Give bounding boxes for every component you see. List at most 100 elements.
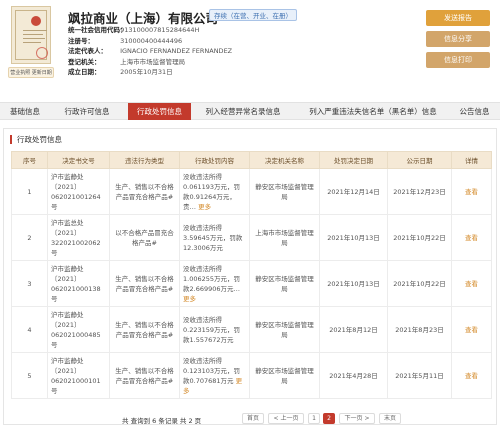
penalty-content-cell: 没收违法所得0.123103万元，罚款0.707681万元 更多 <box>179 352 250 399</box>
share-info-button[interactable]: 信息分享 <box>426 31 490 47</box>
info-key: 登记机关： <box>68 57 101 66</box>
detail-cell: 查看 <box>451 214 492 261</box>
detail-cell: 查看 <box>451 168 492 215</box>
decision-document-number: 沪市监静处〔2021〕062021001264号 <box>47 168 110 215</box>
info-row-legal-representative: 法定代表人： IGNACIO FERNANDEZ FERNANDEZ <box>68 46 232 57</box>
violation-type: 以不合格产品冒充合格产品# <box>109 214 180 261</box>
table-row: 4 沪市监静处〔2021〕062021000485号 生产、销售以不合格产品冒充… <box>11 306 492 353</box>
view-detail-link[interactable]: 查看 <box>465 326 478 334</box>
first-page-button[interactable]: 首页 <box>242 413 264 424</box>
tab-serious-violation-blacklist[interactable]: 列入严重违法失信名单（黑名单）信息 <box>301 103 445 120</box>
violation-type: 生产、销售以不合格产品冒充合格产品# <box>109 306 180 353</box>
penalty-content: 没收违法所得1.006255万元，罚款2.669906万元… <box>183 264 241 293</box>
table-row: 3 沪市监静处〔2021〕062021000138号 生产、销售以不合格产品冒充… <box>11 260 492 307</box>
publish-date: 2021年10月22日 <box>387 214 452 261</box>
info-value: IGNACIO FERNANDEZ FERNANDEZ <box>120 47 233 55</box>
column-header: 违法行为类型 <box>109 151 180 169</box>
red-seal-icon <box>36 47 48 59</box>
info-tabs: 基础信息 行政许可信息 行政处罚信息 列入经营异常名录信息 列入严重违法失信名单… <box>0 102 500 120</box>
last-page-button[interactable]: 末页 <box>379 413 401 424</box>
column-header: 处罚决定日期 <box>319 151 388 169</box>
penalty-content: 没收违法所得0.223159万元，罚款1.557672万元 <box>183 315 241 344</box>
column-header: 决定书文号 <box>47 151 110 169</box>
publish-date: 2021年5月11日 <box>387 352 452 399</box>
tab-basic-info[interactable]: 基础信息 <box>0 103 50 120</box>
next-page-button[interactable]: 下一页 > <box>339 413 375 424</box>
decision-document-number: 沪市监静处〔2021〕062021000101号 <box>47 352 110 399</box>
license-text-line <box>23 42 41 43</box>
tab-abnormal-operation-list[interactable]: 列入经营异常名录信息 <box>195 103 291 120</box>
publish-date: 2021年12月23日 <box>387 168 452 215</box>
info-row-registration-number: 注册号： 310000400444496 <box>68 36 232 47</box>
more-link[interactable]: 更多 <box>198 203 211 211</box>
info-row-established-date: 成立日期： 2005年10月31日 <box>68 67 232 78</box>
national-emblem-icon <box>31 16 41 26</box>
info-key: 注册号： <box>68 36 94 45</box>
print-info-button[interactable]: 信息打印 <box>426 52 490 68</box>
publish-date: 2021年8月23日 <box>387 306 452 353</box>
table-header-row: 序号 决定书文号 违法行为类型 行政处罚内容 决定机关名称 处罚决定日期 公示日… <box>11 151 492 169</box>
column-header: 序号 <box>11 151 48 169</box>
view-detail-link[interactable]: 查看 <box>465 372 478 380</box>
detail-cell: 查看 <box>451 260 492 307</box>
decision-authority: 静安区市场监督管理局 <box>249 260 320 307</box>
view-detail-link[interactable]: 查看 <box>465 188 478 196</box>
decision-authority: 静安区市场监督管理局 <box>249 168 320 215</box>
decision-document-number: 沪市监静处〔2021〕062021000485号 <box>47 306 110 353</box>
column-header: 决定机关名称 <box>249 151 320 169</box>
license-text-line <box>23 38 45 39</box>
penalty-content: 没收违法所得0.123103万元，罚款0.707681万元 <box>183 356 241 385</box>
record-count: 共 查询到 6 条记录 共 2 页 <box>122 417 202 425</box>
decision-date: 2021年10月13日 <box>319 214 388 261</box>
penalty-table: 序号 决定书文号 违法行为类型 行政处罚内容 决定机关名称 处罚决定日期 公示日… <box>11 151 492 399</box>
info-value: 2005年10月31日 <box>120 68 173 76</box>
view-detail-link[interactable]: 查看 <box>465 280 478 288</box>
table-row: 1 沪市监静处〔2021〕062021001264号 生产、销售以不合格产品冒充… <box>11 168 492 215</box>
info-row-registration-authority: 登记机关： 上海市市场监督管理局 <box>68 57 232 68</box>
publish-date: 2021年10月22日 <box>387 260 452 307</box>
send-report-button[interactable]: 发送报告 <box>426 10 490 26</box>
info-key: 成立日期： <box>68 68 101 76</box>
decision-authority: 静安区市场监督管理局 <box>249 306 320 353</box>
penalty-content: 没收违法所得0.061193万元，罚款0.91264万元，责… <box>183 172 241 211</box>
license-caption: 营业执照 更新日期 <box>8 67 54 78</box>
row-number: 4 <box>11 306 48 353</box>
violation-type: 生产、销售以不合格产品冒充合格产品# <box>109 260 180 307</box>
detail-cell: 查看 <box>451 306 492 353</box>
info-key: 统一社会信用代码： <box>68 26 127 34</box>
penalty-section: 行政处罚信息 序号 决定书文号 违法行为类型 行政处罚内容 决定机关名称 处罚决… <box>3 128 497 425</box>
page-1-button[interactable]: 1 <box>308 413 320 424</box>
pagination: 共 查询到 6 条记录 共 2 页 首页 < 上一页 1 2 下一页 > 末页 <box>4 413 498 425</box>
table-row: 2 沪市监总处〔2021〕322021002062号 以不合格产品冒充合格产品#… <box>11 214 492 261</box>
decision-authority: 静安区市场监督管理局 <box>249 352 320 399</box>
info-value: 310000400444496 <box>120 36 183 45</box>
decision-authority: 上海市市场监督管理局 <box>249 214 320 261</box>
violation-type: 生产、销售以不合格产品冒充合格产品# <box>109 168 180 215</box>
page-2-button[interactable]: 2 <box>323 413 335 424</box>
view-detail-link[interactable]: 查看 <box>465 234 478 242</box>
violation-type: 生产、销售以不合格产品冒充合格产品# <box>109 352 180 399</box>
info-value: 913100007815284644H <box>120 26 200 34</box>
more-link[interactable]: 更多 <box>183 295 196 303</box>
penalty-content-cell: 没收违法所得0.061193万元，罚款0.91264万元，责… 更多 <box>179 168 250 215</box>
penalty-content: 没收违法所得3.59645万元，罚款12.3006万元 <box>183 223 243 252</box>
column-header: 行政处罚内容 <box>179 151 250 169</box>
tab-administrative-license[interactable]: 行政许可信息 <box>52 103 122 120</box>
decision-date: 2021年12月14日 <box>319 168 388 215</box>
status-badge: 存续（在营、开业、在册） <box>209 9 297 21</box>
info-row-credit-code: 统一社会信用代码： 913100007815284644H <box>68 25 232 36</box>
row-number: 3 <box>11 260 48 307</box>
info-key: 法定代表人： <box>68 47 107 55</box>
column-header: 公示日期 <box>387 151 452 169</box>
tab-announcements[interactable]: 公告信息 <box>449 103 500 120</box>
penalty-content-cell: 没收违法所得1.006255万元，罚款2.669906万元… 更多 <box>179 260 250 307</box>
decision-date: 2021年4月28日 <box>319 352 388 399</box>
business-license-image[interactable] <box>11 6 51 64</box>
company-header: 营业执照 更新日期 飒拉商业（上海）有限公司 存续（在营、开业、在册） 统一社会… <box>0 0 500 94</box>
tab-administrative-penalty[interactable]: 行政处罚信息 <box>128 103 191 120</box>
info-value: 上海市市场监督管理局 <box>120 57 186 66</box>
decision-date: 2021年8月12日 <box>319 306 388 353</box>
license-text-line <box>23 34 43 35</box>
license-border <box>15 10 48 60</box>
previous-page-button[interactable]: < 上一页 <box>268 413 304 424</box>
